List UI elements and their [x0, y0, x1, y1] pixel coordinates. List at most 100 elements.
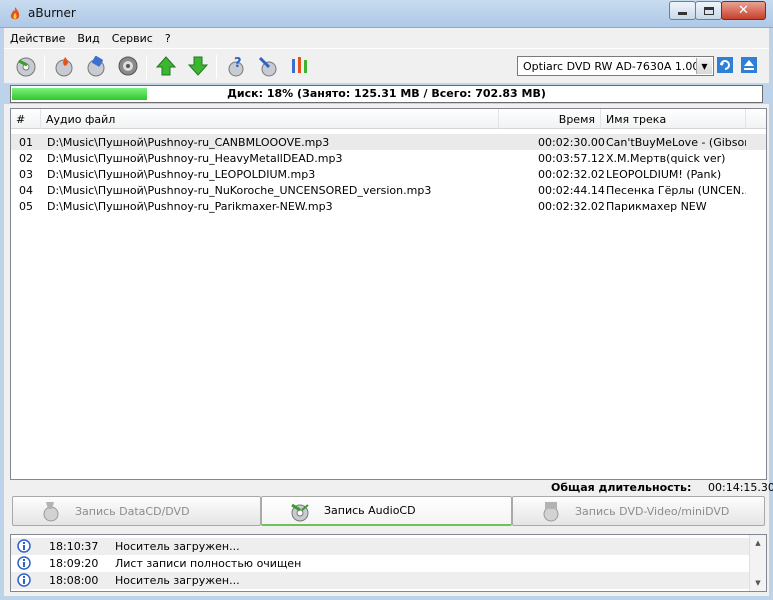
eject-icon [741, 56, 757, 76]
arrow-up-icon [155, 55, 177, 80]
table-row[interactable]: 02 D:\Music\Пушной\Pushnoy-ru_HeavyMetal… [11, 150, 766, 166]
toolbar-separator [216, 55, 217, 79]
tools-button[interactable] [288, 55, 312, 79]
mode-label: Запись DataCD/DVD [75, 504, 190, 518]
table-row[interactable]: 01 D:\Music\Пушной\Pushnoy-ru_CANBMLOOOV… [11, 134, 766, 150]
tools-icon [289, 55, 311, 80]
scroll-down-icon[interactable]: ▼ [750, 575, 766, 591]
track-name: Can'tBuyMeLove - (Gibson ... [606, 136, 746, 149]
track-num: 05 [19, 200, 33, 213]
track-num: 03 [19, 168, 33, 181]
move-up-button[interactable] [154, 55, 178, 79]
log-message: Носитель загружен... [115, 574, 240, 587]
mode-tab-dvdvideo[interactable]: Запись DVD-Video/miniDVD [512, 496, 765, 526]
track-file: D:\Music\Пушной\Pushnoy-ru_CANBMLOOOVE.m… [47, 136, 330, 149]
close-button[interactable]: ✕ [721, 1, 766, 20]
log-time: 18:08:00 [49, 574, 99, 587]
add-files-icon [15, 55, 37, 80]
mode-label: Запись DVD-Video/miniDVD [575, 504, 730, 518]
mode-label: Запись AudioCD [324, 504, 416, 517]
settings-button[interactable] [256, 55, 280, 79]
title-bar: aBurner ✕ [0, 0, 773, 28]
track-name: LEOPOLDIUM! (Pank) [606, 168, 722, 181]
app-flame-icon [7, 6, 23, 22]
track-file: D:\Music\Пушной\Pushnoy-ru_HeavyMetallDE… [47, 152, 343, 165]
log-entry: 18:08:00 Носитель загружен... [11, 572, 749, 589]
log-entry: 18:10:37 Носитель загружен... [11, 538, 749, 555]
table-row[interactable]: 03 D:\Music\Пушной\Pushnoy-ru_LEOPOLDIUM… [11, 166, 766, 182]
drive-select-value: Optiarc DVD RW AD-7630A 1.00 [523, 60, 700, 73]
help-disc-icon: ? [225, 55, 247, 80]
track-num: 02 [19, 152, 33, 165]
move-down-button[interactable] [186, 55, 210, 79]
erase-icon [85, 55, 107, 80]
track-time: 00:02:32.02 [538, 200, 605, 213]
track-time: 00:03:57.12 [538, 152, 605, 165]
track-file: D:\Music\Пушной\Pushnoy-ru_Parikmaxer-NE… [47, 200, 333, 213]
list-header: # Аудио файл Время Имя трека [11, 109, 766, 129]
log-message: Лист записи полностью очищен [115, 557, 302, 570]
table-row[interactable]: 04 D:\Music\Пушной\Pushnoy-ru_NuKoroche_… [11, 182, 766, 198]
scroll-up-icon[interactable]: ▲ [750, 535, 766, 551]
column-header-file[interactable]: Аудио файл [41, 109, 499, 129]
info-icon [17, 556, 31, 570]
menu-bar: Действие Вид Сервис ? [4, 28, 769, 48]
log-scrollbar[interactable]: ▲ ▼ [749, 535, 766, 591]
event-log[interactable]: 18:10:37 Носитель загружен... 18:09:20 Л… [10, 534, 767, 592]
track-list[interactable]: # Аудио файл Время Имя трека 01 D:\Music… [10, 108, 767, 480]
info-icon [17, 573, 31, 587]
minimize-button[interactable] [669, 1, 696, 20]
menu-view[interactable]: Вид [71, 32, 105, 45]
video-disc-icon [539, 499, 563, 523]
track-num: 01 [19, 136, 33, 149]
track-file: D:\Music\Пушной\Pushnoy-ru_NuKoroche_UNC… [47, 184, 432, 197]
column-header-num[interactable]: # [11, 109, 41, 129]
data-disc-icon [39, 499, 63, 523]
erase-button[interactable] [84, 55, 108, 79]
menu-help[interactable]: ? [159, 32, 177, 45]
chevron-down-icon[interactable]: ▼ [696, 58, 712, 74]
log-time: 18:10:37 [49, 540, 99, 553]
column-header-track[interactable]: Имя трека [601, 109, 746, 129]
menu-action[interactable]: Действие [4, 32, 71, 45]
disc-info-icon [117, 55, 139, 80]
disk-usage-bar: Диск: 18% (Занято: 125.31 MB / Всего: 70… [10, 85, 763, 103]
minimize-icon [678, 12, 687, 15]
maximize-button[interactable] [695, 1, 722, 20]
add-files-button[interactable] [14, 55, 38, 79]
settings-icon [257, 55, 279, 80]
log-entry: 18:09:20 Лист записи полностью очищен [11, 555, 749, 572]
track-time: 00:02:30.00 [538, 136, 605, 149]
mode-tab-audiocd[interactable]: Запись AudioCD [261, 496, 512, 526]
log-time: 18:09:20 [49, 557, 99, 570]
menu-service[interactable]: Сервис [106, 32, 159, 45]
info-icon [17, 539, 31, 553]
track-time: 00:02:44.14 [538, 184, 605, 197]
toolbar-separator [44, 55, 45, 79]
mode-tab-datacd[interactable]: Запись DataCD/DVD [12, 496, 261, 526]
track-name: Парикмахер NEW [606, 200, 707, 213]
toolbar-separator [146, 55, 147, 79]
burn-button[interactable] [52, 55, 76, 79]
main-area: # Аудио файл Время Имя трека 01 D:\Music… [4, 104, 773, 596]
audio-disc-icon [288, 499, 312, 523]
maximize-icon [703, 6, 714, 15]
close-icon: ✕ [738, 3, 749, 18]
disc-info-button[interactable] [116, 55, 140, 79]
toolbar: ? Optiarc DVD RW AD-7630A 1.00 ▼ [4, 48, 769, 84]
burn-icon [53, 55, 75, 80]
table-row[interactable]: 05 D:\Music\Пушной\Pushnoy-ru_Parikmaxer… [11, 198, 766, 214]
drive-select[interactable]: Optiarc DVD RW AD-7630A 1.00 ▼ [517, 56, 714, 76]
track-num: 04 [19, 184, 33, 197]
svg-text:?: ? [234, 56, 242, 71]
help-button[interactable]: ? [224, 55, 248, 79]
track-name: Х.М.Мертв(quick ver) [606, 152, 726, 165]
refresh-button[interactable] [716, 56, 734, 76]
total-duration-value: 00:14:15.30 [708, 481, 773, 494]
track-file: D:\Music\Пушной\Pushnoy-ru_LEOPOLDIUM.mp… [47, 168, 316, 181]
column-header-time[interactable]: Время [499, 109, 601, 129]
track-name: Песенка Гёрлы (UNCEN... [606, 184, 746, 197]
eject-button[interactable] [740, 56, 758, 76]
refresh-icon [717, 56, 733, 76]
arrow-down-icon [187, 55, 209, 80]
